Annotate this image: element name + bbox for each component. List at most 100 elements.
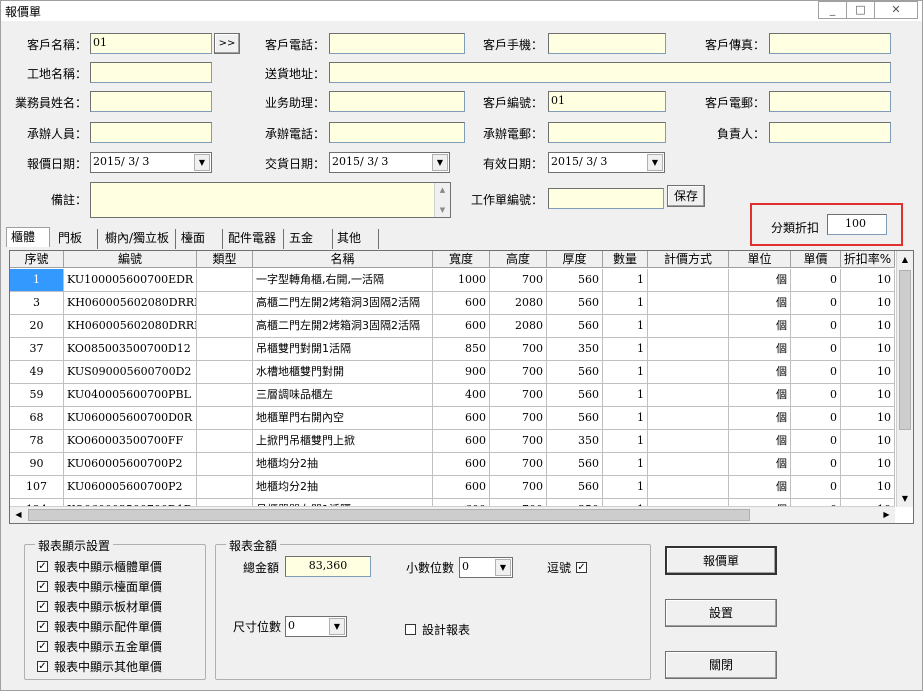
table-cell-unit[interactable]: 個	[729, 476, 791, 499]
tab-door-panel[interactable]: 門板	[54, 229, 98, 249]
table-cell-pricing[interactable]	[648, 292, 729, 315]
table-cell-name[interactable]: 高櫃二門左開2烤箱洞3固隔2活隔	[253, 292, 433, 315]
close-button[interactable]: 關閉	[665, 651, 777, 679]
table-cell-type[interactable]	[197, 269, 253, 292]
table-cell-depth[interactable]: 560	[547, 315, 603, 338]
table-cell-unit[interactable]: 個	[729, 430, 791, 453]
table-cell-code[interactable]: KUS090005600700D2	[64, 361, 197, 384]
table-cell-discount[interactable]: 10	[841, 338, 895, 361]
table-cell-name[interactable]: 三層調味品櫃左	[253, 384, 433, 407]
site-name-input[interactable]	[90, 62, 212, 83]
table-cell-width[interactable]: 1000	[433, 269, 490, 292]
table-cell-price[interactable]: 0	[791, 476, 841, 499]
table-cell-pricing[interactable]	[648, 384, 729, 407]
minimize-button[interactable]: _	[818, 1, 846, 19]
report-option-checkbox[interactable]: ✓	[37, 641, 48, 652]
scroll-left-icon[interactable]: ◀	[10, 507, 27, 523]
table-cell-qty[interactable]: 1	[603, 292, 648, 315]
table-cell-depth[interactable]: 560	[547, 292, 603, 315]
work-order-input[interactable]	[548, 188, 664, 209]
table-cell-qty[interactable]: 1	[603, 269, 648, 292]
table-row[interactable]: 90 KU060005600700P2 地櫃均分2抽 600 700 560 1 個 0 10	[10, 453, 895, 476]
tab-hardware[interactable]: 五金	[285, 229, 333, 249]
table-cell-unit[interactable]: 個	[729, 292, 791, 315]
column-header-height[interactable]: 高度	[490, 251, 547, 268]
table-cell-seq[interactable]: 78	[10, 430, 64, 453]
customer-fax-input[interactable]	[769, 33, 891, 54]
customer-phone-input[interactable]	[329, 33, 465, 54]
table-cell-name[interactable]: 一字型轉角櫃,右開,一活隔	[253, 269, 433, 292]
design-report-checkbox[interactable]	[405, 624, 416, 635]
table-cell-seq[interactable]: 68	[10, 407, 64, 430]
table-cell-depth[interactable]: 560	[547, 476, 603, 499]
size-digits-select[interactable]: 0 ▼	[285, 616, 347, 637]
valid-date-picker[interactable]: 2015/ 3/ 3 ▼	[548, 152, 665, 173]
table-cell-seq[interactable]: 49	[10, 361, 64, 384]
table-cell-pricing[interactable]	[648, 315, 729, 338]
table-cell-depth[interactable]: 560	[547, 407, 603, 430]
table-row[interactable]: 1 KU100005600700EDR 一字型轉角櫃,右開,一活隔 1000 700 56…	[10, 269, 895, 292]
customer-lookup-button[interactable]: >>	[214, 33, 240, 54]
salesperson-input[interactable]	[90, 91, 212, 112]
table-cell-height[interactable]: 2080	[490, 315, 547, 338]
table-cell-discount[interactable]: 10	[841, 430, 895, 453]
table-cell-unit[interactable]: 個	[729, 453, 791, 476]
scroll-down-icon[interactable]: ▼	[897, 490, 913, 507]
maximize-button[interactable]: □	[846, 1, 874, 19]
table-row[interactable]: 68 KU060005600700D0R 地櫃單門右開內空 600 700 560 1 個 0 1…	[10, 407, 895, 430]
table-cell-discount[interactable]: 10	[841, 384, 895, 407]
table-cell-code[interactable]: KH060005602080DRRDL	[64, 292, 197, 315]
vertical-scrollbar[interactable]: ▲ ▼	[896, 251, 913, 507]
scroll-thumb[interactable]	[899, 270, 911, 430]
table-cell-name[interactable]: 上掀門吊櫃雙門上掀	[253, 430, 433, 453]
table-cell-width[interactable]: 600	[433, 292, 490, 315]
table-cell-depth[interactable]: 560	[547, 453, 603, 476]
table-cell-pricing[interactable]	[648, 476, 729, 499]
table-cell-name[interactable]: 地櫃單門右開內空	[253, 407, 433, 430]
report-option-checkbox[interactable]: ✓	[37, 621, 48, 632]
table-cell-code[interactable]: KU040005600700PBL	[64, 384, 197, 407]
table-cell-unit[interactable]: 個	[729, 384, 791, 407]
table-cell-type[interactable]	[197, 407, 253, 430]
table-cell-price[interactable]: 0	[791, 407, 841, 430]
items-table[interactable]: 序號 編號 類型 名稱 寬度 高度 厚度 數量 計價方式 單位 單價 折扣率% 1 KU10000560…	[9, 250, 914, 524]
table-cell-qty[interactable]: 1	[603, 430, 648, 453]
table-cell-seq[interactable]: 20	[10, 315, 64, 338]
table-cell-pricing[interactable]	[648, 338, 729, 361]
chevron-down-icon[interactable]: ▼	[495, 559, 511, 576]
table-cell-qty[interactable]: 1	[603, 361, 648, 384]
table-cell-depth[interactable]: 560	[547, 269, 603, 292]
table-cell-code[interactable]: KU060005600700P2	[64, 453, 197, 476]
table-cell-width[interactable]: 850	[433, 338, 490, 361]
table-row[interactable]: 3 KH060005602080DRRDL 高櫃二門左開2烤箱洞3固隔2活隔 600 2…	[10, 292, 895, 315]
quote-date-picker[interactable]: 2015/ 3/ 3 ▼	[90, 152, 212, 173]
table-cell-seq[interactable]: 107	[10, 476, 64, 499]
table-cell-qty[interactable]: 1	[603, 476, 648, 499]
settings-button[interactable]: 設置	[665, 599, 777, 627]
table-cell-pricing[interactable]	[648, 269, 729, 292]
report-option-checkbox[interactable]: ✓	[37, 661, 48, 672]
table-cell-unit[interactable]: 個	[729, 338, 791, 361]
table-cell-height[interactable]: 700	[490, 269, 547, 292]
decimal-places-select[interactable]: 0 ▼	[459, 557, 513, 578]
table-cell-name[interactable]: 吊櫃雙門對開1活隔	[253, 338, 433, 361]
table-cell-discount[interactable]: 10	[841, 315, 895, 338]
responsible-input[interactable]	[769, 122, 891, 143]
table-row[interactable]: 20 KH060005602080DRRDL 高櫃二門左開2烤箱洞3固隔2活隔 600…	[10, 315, 895, 338]
report-option-checkbox[interactable]: ✓	[37, 561, 48, 572]
table-cell-price[interactable]: 0	[791, 384, 841, 407]
table-cell-seq[interactable]: 1	[10, 269, 64, 292]
column-header-type[interactable]: 類型	[197, 251, 253, 268]
table-cell-code[interactable]: KU100005600700EDR	[64, 269, 197, 292]
table-cell-price[interactable]: 0	[791, 315, 841, 338]
table-row[interactable]: 37 KO085003500700D12 吊櫃雙門對開1活隔 850 700 350 1 個 0…	[10, 338, 895, 361]
table-cell-qty[interactable]: 1	[603, 315, 648, 338]
column-header-code[interactable]: 編號	[64, 251, 197, 268]
comma-checkbox[interactable]: ✓	[576, 562, 587, 573]
table-cell-type[interactable]	[197, 292, 253, 315]
tab-other[interactable]: 其他	[333, 229, 379, 249]
customer-name-input[interactable]: 01	[90, 33, 212, 54]
table-cell-qty[interactable]: 1	[603, 338, 648, 361]
table-row[interactable]: 107 KU060005600700P2 地櫃均分2抽 600 700 560 1 個 0 10	[10, 476, 895, 499]
table-cell-qty[interactable]: 1	[603, 407, 648, 430]
